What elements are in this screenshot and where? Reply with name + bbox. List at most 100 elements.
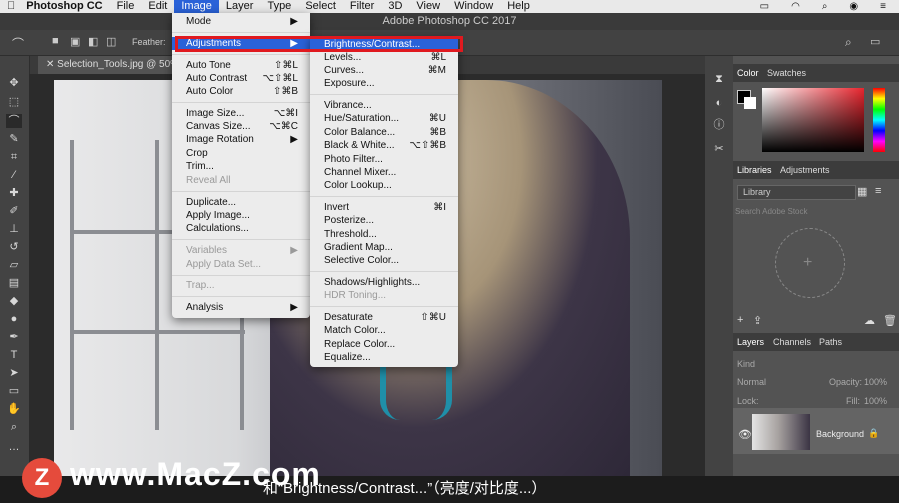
menu-item-color-lookup[interactable]: Color Lookup... (310, 179, 458, 192)
properties-icon[interactable]: ◐ (711, 96, 727, 110)
healing-tool-icon[interactable]: ✚ (6, 186, 22, 200)
tab-color[interactable]: Color (737, 68, 759, 78)
menu-item-auto-color[interactable]: Auto Color ⇧⌘B (172, 85, 310, 98)
grid-view-icon[interactable]: ▦ (857, 185, 867, 198)
menu-item-channel-mixer[interactable]: Channel Mixer... (310, 166, 458, 179)
gradient-tool-icon[interactable]: ▤ (6, 276, 22, 290)
list-view-icon[interactable]: ≡ (875, 185, 881, 197)
tab-adjustments[interactable]: Adjustments (780, 165, 830, 175)
menu-item-posterize[interactable]: Posterize... (310, 214, 458, 227)
cloud-icon[interactable]: ☁ (864, 314, 875, 327)
tab-channels[interactable]: Channels (773, 337, 811, 347)
menu-item-levels[interactable]: Levels... ⌘L (310, 51, 458, 64)
menu-type[interactable]: Type (260, 0, 298, 13)
menu-item-color-balance[interactable]: Color Balance... ⌘B (310, 126, 458, 139)
menu-item-match-color[interactable]: Match Color... (310, 324, 458, 337)
eraser-tool-icon[interactable]: ▱ (6, 258, 22, 272)
menu-view[interactable]: View (409, 0, 447, 13)
workspace-icon[interactable]: ▭ (870, 35, 880, 48)
menu-item-canvas-size[interactable]: Canvas Size... ⌥⌘C (172, 120, 310, 133)
menu-item-photo-filter[interactable]: Photo Filter... (310, 153, 458, 166)
dodge-tool-icon[interactable]: ● (6, 312, 22, 326)
info-icon[interactable]: ⓘ (711, 118, 727, 132)
menu-item-exposure[interactable]: Exposure... (310, 77, 458, 90)
zoom-tool-icon[interactable]: ⌕ (6, 420, 22, 434)
menu-item-desaturate[interactable]: Desaturate ⇧⌘U (310, 311, 458, 324)
opacity-value[interactable]: 100% (864, 377, 887, 387)
menu-item-auto-contrast[interactable]: Auto Contrast ⌥⇧⌘L (172, 72, 310, 85)
menu-item-shadows-highlights[interactable]: Shadows/Highlights... (310, 276, 458, 289)
menu-help[interactable]: Help (500, 0, 537, 13)
app-menu[interactable]: Photoshop CC (22, 0, 109, 13)
wifi-icon[interactable]: ◠ (784, 0, 807, 13)
menu-3d[interactable]: 3D (381, 0, 409, 13)
menu-item-analysis[interactable]: Analysis ▶ (172, 301, 310, 314)
apple-icon[interactable]:  (0, 0, 22, 13)
type-tool-icon[interactable]: T (6, 348, 22, 362)
menu-item-mode[interactable]: Mode ▶ (172, 15, 310, 28)
menu-item-trim[interactable]: Trim... (172, 160, 310, 173)
menu-select[interactable]: Select (298, 0, 343, 13)
menu-item-black-white[interactable]: Black & White... ⌥⇧⌘B (310, 139, 458, 152)
menu-item-crop[interactable]: Crop (172, 147, 310, 160)
fill-value[interactable]: 100% (864, 396, 887, 406)
list-icon[interactable]: ≡ (873, 0, 893, 13)
menu-item-calculations[interactable]: Calculations... (172, 222, 310, 235)
crop-tool-icon[interactable]: ⌗ (6, 150, 22, 164)
color-picker-field[interactable] (762, 88, 864, 152)
menu-item-invert[interactable]: Invert ⌘I (310, 201, 458, 214)
menu-item-replace-color[interactable]: Replace Color... (310, 338, 458, 351)
lasso-icon[interactable]: ⌒ (12, 35, 24, 52)
tool-presets-icon[interactable]: ✂ (711, 142, 727, 156)
visibility-eye-icon[interactable]: 👁 (738, 428, 752, 441)
tab-layers[interactable]: Layers (737, 337, 764, 347)
menu-item-threshold[interactable]: Threshold... (310, 228, 458, 241)
intersect-selection-icon[interactable]: ◫ (106, 35, 116, 48)
stamp-tool-icon[interactable]: ⊥ (6, 222, 22, 236)
menu-layer[interactable]: Layer (219, 0, 261, 13)
library-select[interactable]: Library (737, 185, 856, 200)
new-selection-icon[interactable]: ■ (52, 35, 59, 47)
layer-name[interactable]: Background (816, 429, 864, 439)
library-search[interactable]: Search Adobe Stock (735, 207, 808, 216)
menu-item-auto-tone[interactable]: Auto Tone ⇧⌘L (172, 59, 310, 72)
quick-select-tool-icon[interactable]: ✎ (6, 132, 22, 146)
hue-slider[interactable] (873, 88, 885, 152)
menu-item-selective-color[interactable]: Selective Color... (310, 254, 458, 267)
tab-paths[interactable]: Paths (819, 337, 842, 347)
lasso-tool-icon[interactable]: ⌒ (6, 114, 22, 128)
tab-swatches[interactable]: Swatches (767, 68, 806, 78)
blur-tool-icon[interactable]: ◆ (6, 294, 22, 308)
menu-item-apply-image[interactable]: Apply Image... (172, 209, 310, 222)
search-icon[interactable]: ⌕ (845, 35, 852, 50)
subtract-selection-icon[interactable]: ◧ (88, 35, 98, 48)
menu-item-curves[interactable]: Curves... ⌘M (310, 64, 458, 77)
menu-item-hue-saturation[interactable]: Hue/Saturation... ⌘U (310, 112, 458, 125)
trash-icon[interactable]: 🗑 (883, 314, 897, 327)
kind-filter[interactable]: Kind (737, 359, 755, 369)
menu-file[interactable]: File (110, 0, 142, 13)
search-icon[interactable]: ⌕ (815, 0, 835, 13)
cast-icon[interactable]: ▭ (753, 0, 776, 13)
hand-tool-icon[interactable]: ✋ (6, 402, 22, 416)
menu-item-gradient-map[interactable]: Gradient Map... (310, 241, 458, 254)
add-selection-icon[interactable]: ▣ (70, 35, 80, 48)
more-tools-icon[interactable]: … (6, 440, 22, 454)
menu-image[interactable]: Image (174, 0, 219, 13)
blend-mode-select[interactable]: Normal (737, 377, 766, 387)
brush-tool-icon[interactable]: ✐ (6, 204, 22, 218)
background-swatch[interactable] (744, 97, 756, 109)
menu-item-duplicate[interactable]: Duplicate... (172, 196, 310, 209)
siri-icon[interactable]: ◉ (842, 0, 865, 13)
menu-edit[interactable]: Edit (141, 0, 174, 13)
history-icon[interactable]: ⧗ (711, 72, 727, 86)
history-brush-icon[interactable]: ↺ (6, 240, 22, 254)
menu-window[interactable]: Window (447, 0, 500, 13)
pen-tool-icon[interactable]: ✒ (6, 330, 22, 344)
eyedropper-tool-icon[interactable]: ⁄ (6, 168, 22, 182)
close-icon[interactable]: ✕ (46, 59, 57, 70)
add-library-icon[interactable]: + (737, 314, 743, 326)
menu-item-image-rotation[interactable]: Image Rotation ▶ (172, 133, 310, 146)
shape-tool-icon[interactable]: ▭ (6, 384, 22, 398)
move-tool-icon[interactable]: ✥ (6, 76, 22, 90)
